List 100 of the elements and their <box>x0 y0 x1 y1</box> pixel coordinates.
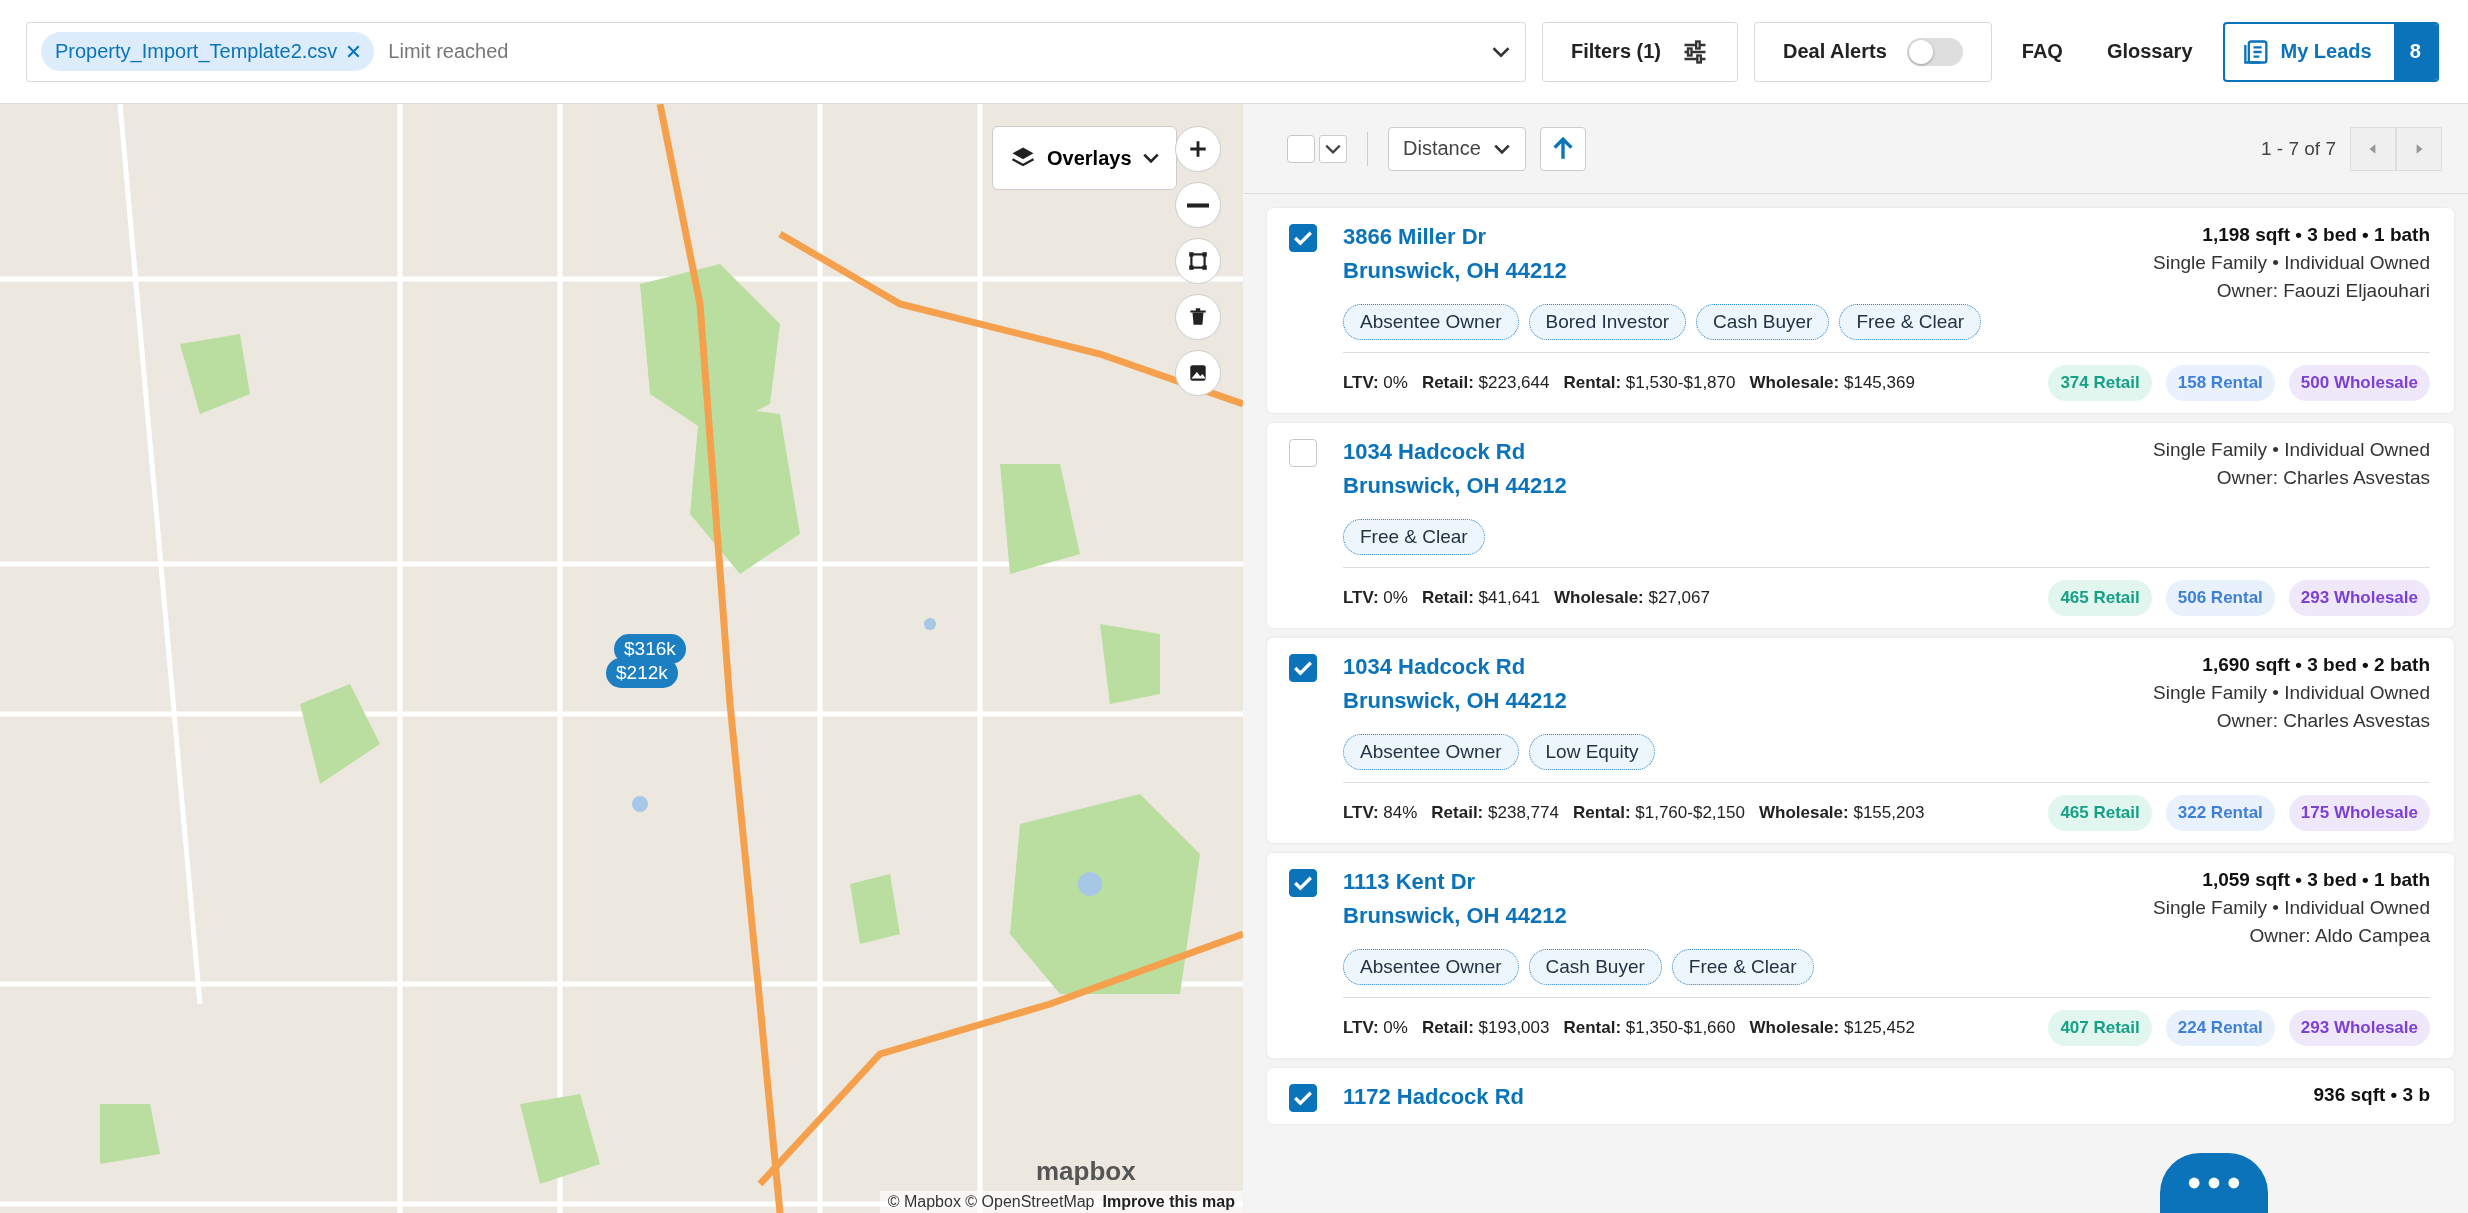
image-icon <box>1187 362 1209 384</box>
chevron-down-icon <box>1141 152 1160 164</box>
sort-dropdown[interactable]: Distance <box>1388 126 1526 171</box>
tag-chip[interactable]: Absentee Owner <box>1343 949 1519 985</box>
lead-checkbox[interactable] <box>1289 654 1317 682</box>
metric-text: LTV: 0% <box>1343 588 1408 608</box>
attribution-text: © Mapbox © OpenStreetMap <box>887 1193 1095 1211</box>
tag-chip[interactable]: Absentee Owner <box>1343 304 1519 340</box>
address-link[interactable]: 3866 Miller Dr <box>1343 224 1487 250</box>
city-link[interactable]: Brunswick, OH 44212 <box>1343 688 1567 714</box>
owner-name: Owner: Aldo Campea <box>2249 925 2430 947</box>
address-link[interactable]: 1034 Hadcock Rd <box>1343 654 1526 680</box>
owner-name: Owner: Faouzi Eljaouhari <box>2216 280 2430 302</box>
metric-text: Rental: $1,530-$1,870 <box>1563 373 1736 393</box>
property-type: Single Family • Individual Owned <box>2153 439 2430 461</box>
comps-pill[interactable]: 465 Retail <box>2048 580 2152 616</box>
mapbox-logo: mapbox <box>1036 1156 1136 1187</box>
tag-chip[interactable]: Absentee Owner <box>1343 734 1519 770</box>
plus-icon <box>1187 138 1209 160</box>
square-icon <box>1187 250 1209 272</box>
property-type: Single Family • Individual Owned <box>2153 897 2430 919</box>
tag-chip[interactable]: Free & Clear <box>1671 949 1814 985</box>
city-link[interactable]: Brunswick, OH 44212 <box>1343 258 1567 284</box>
select-all-checkbox[interactable] <box>1287 134 1315 163</box>
property-type: Single Family • Individual Owned <box>2153 682 2430 704</box>
comps-pill[interactable]: 374 Retail <box>2048 365 2152 401</box>
comps-pill[interactable]: 175 Wholesale <box>2288 795 2430 831</box>
comps-pill[interactable]: 158 Rental <box>2165 365 2275 401</box>
glossary-link[interactable]: Glossary <box>2092 40 2207 63</box>
owner-name: Owner: Charles Asvestas <box>2216 467 2430 489</box>
metric-text: Retail: $41,641 <box>1421 588 1541 608</box>
lake <box>924 618 936 630</box>
lake <box>1078 872 1102 896</box>
minus-icon <box>1187 202 1209 208</box>
deal-alerts-toggle[interactable] <box>1906 37 1963 66</box>
metric-text: Wholesale: $155,203 <box>1758 803 1925 823</box>
close-icon[interactable] <box>347 45 361 58</box>
address-link[interactable]: 1034 Hadcock Rd <box>1343 439 1526 465</box>
city-link[interactable]: Brunswick, OH 44212 <box>1343 473 1567 499</box>
pagination-text: 1 - 7 of 7 <box>2261 137 2336 160</box>
lead-checkbox[interactable] <box>1289 224 1317 252</box>
faq-link[interactable]: FAQ <box>2007 40 2077 63</box>
park-area <box>850 874 900 944</box>
tag-chip[interactable]: Free & Clear <box>1839 304 1982 340</box>
metric-text: Wholesale: $27,067 <box>1554 588 1710 608</box>
select-menu-button[interactable] <box>1319 134 1347 163</box>
tag-chip[interactable]: Cash Buyer <box>1696 304 1830 340</box>
comps-pill[interactable]: 506 Rental <box>2165 580 2275 616</box>
lead-checkbox[interactable] <box>1289 439 1317 467</box>
property-stats: 1,198 sqft • 3 bed • 1 bath <box>2202 224 2430 246</box>
metric-text: Retail: $193,003 <box>1421 1018 1550 1038</box>
chevron-down-icon[interactable] <box>1491 44 1511 59</box>
list-icon <box>2242 37 2271 66</box>
comps-pill[interactable]: 465 Retail <box>2048 795 2152 831</box>
property-type: Single Family • Individual Owned <box>2153 252 2430 274</box>
dots-icon <box>2187 1176 2241 1190</box>
address-link[interactable]: 1113 Kent Dr <box>1343 869 1476 895</box>
comps-pill[interactable]: 293 Wholesale <box>2288 580 2430 616</box>
overlays-dropdown[interactable]: Overlays <box>992 126 1177 190</box>
comps-pill[interactable]: 224 Rental <box>2165 1010 2275 1046</box>
metric-text: Wholesale: $145,369 <box>1749 373 1915 393</box>
park-area <box>100 1104 160 1164</box>
address-link[interactable]: 1172 Hadcock Rd <box>1343 1084 1524 1110</box>
metric-text: Retail: $223,644 <box>1421 373 1550 393</box>
file-chip: Property_Import_Template2.csv <box>41 32 375 71</box>
deal-alerts-label: Deal Alerts <box>1783 40 1887 63</box>
lake <box>632 796 648 812</box>
tag-chip[interactable]: Low Equity <box>1528 734 1656 770</box>
search-field[interactable]: Property_Import_Template2.csv Limit reached <box>26 21 1526 82</box>
comps-pill[interactable]: 407 Retail <box>2048 1010 2152 1046</box>
chat-button[interactable] <box>2160 1153 2268 1213</box>
my-leads-button[interactable]: My Leads 8 <box>2222 21 2439 82</box>
comps-pill[interactable]: 322 Rental <box>2165 795 2275 831</box>
tag-chip[interactable]: Cash Buyer <box>1528 949 1662 985</box>
property-stats: 936 sqft • 3 b <box>2313 1084 2430 1106</box>
metric-text: LTV: 84% <box>1343 803 1418 823</box>
leads-count-badge: 8 <box>2393 23 2437 80</box>
lead-checkbox[interactable] <box>1289 869 1317 897</box>
metric-text: Rental: $1,350-$1,660 <box>1563 1018 1736 1038</box>
property-stats: 1,059 sqft • 3 bed • 1 bath <box>2202 869 2430 891</box>
trash-icon <box>1187 306 1209 328</box>
metric-text: Rental: $1,760-$2,150 <box>1572 803 1745 823</box>
lead-checkbox[interactable] <box>1289 1084 1317 1112</box>
city-link[interactable]: Brunswick, OH 44212 <box>1343 903 1567 929</box>
chevron-down-icon <box>1324 142 1342 155</box>
metric-text: LTV: 0% <box>1343 1018 1408 1038</box>
property-stats: 1,690 sqft • 3 bed • 2 bath <box>2202 654 2430 676</box>
metric-text: LTV: 0% <box>1343 373 1408 393</box>
owner-name: Owner: Charles Asvestas <box>2216 710 2430 732</box>
improve-map-link[interactable]: Improve this map <box>1102 1193 1235 1211</box>
sort-direction-button[interactable] <box>1539 126 1586 171</box>
metric-text: Retail: $238,774 <box>1431 803 1559 823</box>
metric-text: Wholesale: $125,452 <box>1749 1018 1915 1038</box>
price-marker[interactable]: $212k <box>606 658 678 688</box>
filters-button[interactable]: Filters (1) <box>1542 21 1739 82</box>
tag-chip[interactable]: Free & Clear <box>1343 519 1485 555</box>
comps-pill[interactable]: 293 Wholesale <box>2288 1010 2430 1046</box>
tag-chip[interactable]: Bored Investor <box>1528 304 1687 340</box>
comps-pill[interactable]: 500 Wholesale <box>2288 365 2430 401</box>
chevron-down-icon <box>1492 142 1511 155</box>
